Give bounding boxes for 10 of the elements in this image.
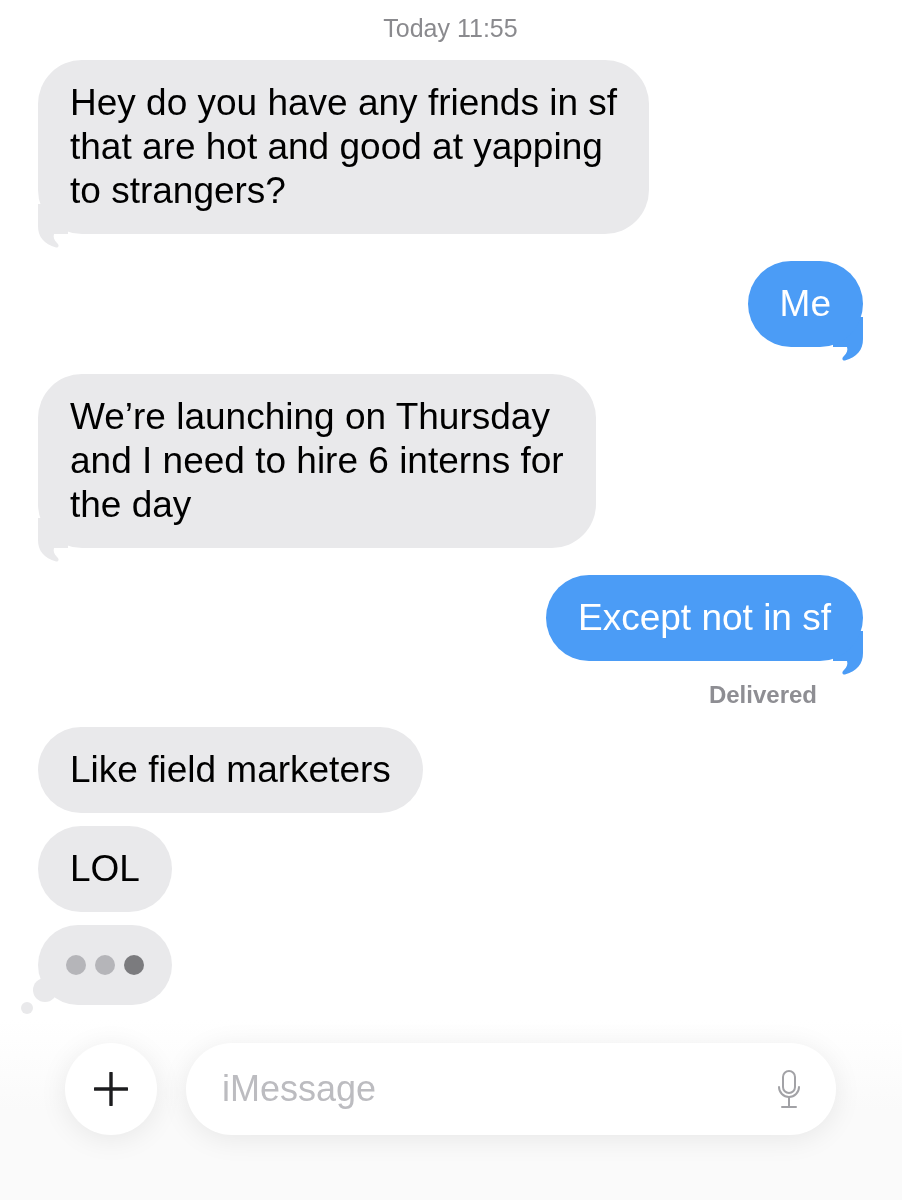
message-text: Me xyxy=(779,282,831,326)
message-text: Except not in sf xyxy=(578,596,831,640)
message-text: Like field marketers xyxy=(70,748,391,792)
message-text: Hey do you have any friends in sf that are hot and good at yapping to strangers? xyxy=(70,81,618,213)
timestamp: Today 11:55 xyxy=(383,15,518,41)
message-text: LOL xyxy=(70,847,140,891)
message-input-field[interactable]: iMessage xyxy=(186,1043,836,1135)
plus-icon xyxy=(94,1072,128,1106)
message-text: We’re launching on Thursday and I need to hire 6 interns for the day xyxy=(70,395,564,527)
delivery-status: Delivered xyxy=(708,682,817,708)
